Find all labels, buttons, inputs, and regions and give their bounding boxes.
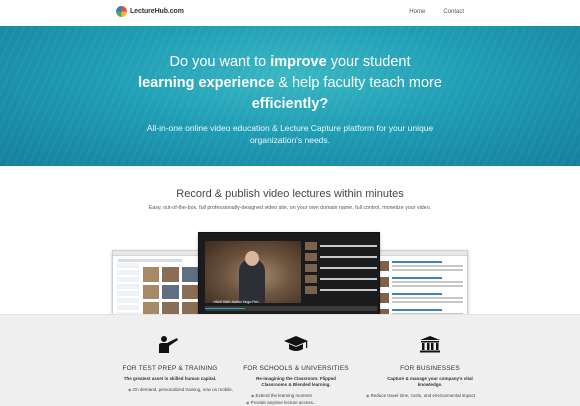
feature-title: FOR BUSINESSES: [400, 365, 460, 372]
brand-name: LectureHub.com: [130, 8, 184, 15]
video-frame: «Wolf Hall» Author Hugo Feri...: [205, 241, 301, 304]
player-progress-bar: [205, 306, 377, 311]
feature-title: FOR SCHOOLS & UNIVERSITIES: [243, 365, 349, 372]
feature-list: On demand, personalized training, now on…: [128, 386, 233, 393]
feature-schools: FOR SCHOOLS & UNIVERSITIES Re-imagining …: [226, 315, 366, 405]
presenter-icon: [159, 336, 178, 353]
hero-subtitle: All-in-one online video education & Lect…: [146, 123, 434, 145]
mock-lecture-list: [375, 261, 463, 319]
feature-description: The greatest asset is skilled human capi…: [123, 376, 217, 381]
feature-description: Re-imagining the Classroom: Flipped Clas…: [256, 376, 336, 387]
feature-list: Extend the learning moment Provide anyti…: [246, 392, 317, 406]
feature-title: FOR TEST PREP & TRAINING: [122, 365, 218, 372]
feature-businesses: FOR BUSINESSES Capture & manage your com…: [360, 315, 500, 398]
logo-icon: [116, 6, 127, 17]
top-nav: LectureHub.com Home Contact: [0, 0, 580, 26]
speaker-head: [245, 251, 259, 266]
nav-contact-link[interactable]: Contact: [443, 9, 464, 15]
video-player-screenshot: «Wolf Hall» Author Hugo Feri...: [198, 232, 380, 316]
feature-list-item: Reduce travel time, costs, and environme…: [366, 392, 476, 399]
feature-list-item: On demand, personalized training, now on…: [128, 386, 233, 393]
video-playlist: [305, 241, 377, 303]
feature-description: Capture & manage your company's vital kn…: [387, 376, 473, 387]
hero-banner: Do you want to improve your student lear…: [0, 26, 580, 166]
section-subtitle: Easy, out-of-the-box, full professionall…: [148, 205, 432, 211]
graduation-cap-icon: [284, 336, 308, 351]
feature-list-item: Extend the learning moment: [246, 392, 317, 399]
feature-list: Reduce travel time, costs, and environme…: [366, 392, 476, 399]
feature-list-item: Provide anytime lecture access...: [246, 399, 317, 406]
brand-logo[interactable]: LectureHub.com: [116, 6, 184, 17]
catalog-screenshot: [368, 250, 468, 320]
nav-home-link[interactable]: Home: [409, 9, 425, 15]
mock-sidebar: [117, 263, 139, 317]
institution-icon: [420, 336, 440, 353]
mock-toolbar: [369, 251, 467, 256]
hero-title: Do you want to improve your student lear…: [138, 54, 442, 112]
video-caption: «Wolf Hall» Author Hugo Feri...: [213, 300, 262, 304]
mock-header-row: [118, 259, 182, 262]
nav-links: Home Contact: [409, 9, 464, 15]
features-section: FOR TEST PREP & TRAINING The greatest as…: [0, 314, 580, 406]
feature-test-prep: FOR TEST PREP & TRAINING The greatest as…: [100, 315, 240, 392]
section-title: Record & publish video lectures within m…: [176, 188, 404, 200]
